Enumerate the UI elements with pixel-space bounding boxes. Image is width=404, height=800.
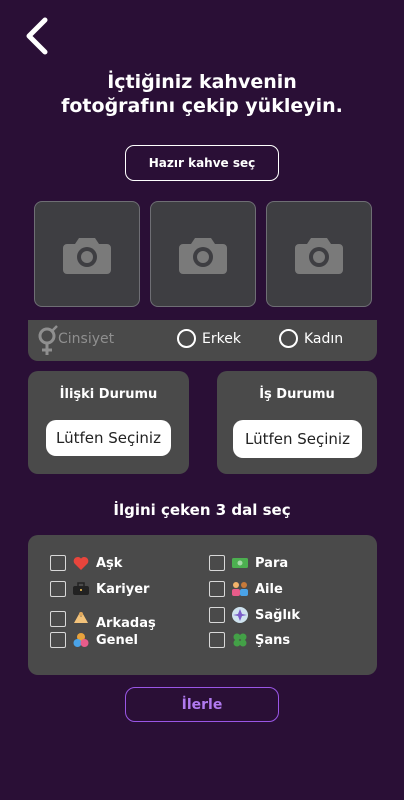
health-icon [231,606,249,624]
radio-button[interactable] [177,329,196,348]
photo-slot-1[interactable] [34,201,140,307]
interest-item-love[interactable]: Aşk [50,554,122,572]
job-status-select[interactable]: Lütfen Seçiniz [233,420,362,458]
interests-title: İlgini çeken 3 dal seç [113,501,291,519]
checkbox[interactable] [50,555,66,571]
interest-item-luck[interactable]: Şans [209,631,290,649]
checkbox[interactable] [209,607,225,623]
interest-label-love: Aşk [96,555,123,571]
job-status-title: İş Durumu [259,387,335,402]
checkbox[interactable] [209,555,225,571]
money-icon [231,554,249,572]
interests-panel: Aşk Kariyer Arkadaş Genel Para Aile Sağl… [28,535,377,675]
interest-item-career[interactable]: Kariyer [50,580,149,598]
interest-label-luck: Şans [255,632,291,648]
photo-slot-2[interactable] [150,201,256,307]
gender-option-female[interactable]: Kadın [279,329,343,348]
checkbox[interactable] [50,581,66,597]
chevron-left-icon [26,17,48,55]
checkbox[interactable] [50,632,66,648]
interest-item-general[interactable]: Genel [50,631,138,649]
job-status-card: İş Durumu Lütfen Seçiniz [217,371,377,474]
back-button[interactable] [16,14,56,58]
checkbox[interactable] [209,632,225,648]
clover-icon [231,631,249,649]
gender-option-male[interactable]: Erkek [177,329,241,348]
ready-coffee-button[interactable]: Hazır kahve seç [125,145,279,181]
page-title-line-2: fotoğrafını çekip yükleyin. [61,95,343,117]
interest-label-family: Aile [255,581,283,597]
interest-item-family[interactable]: Aile [209,580,283,598]
camera-icon [63,238,111,274]
radio-button[interactable] [279,329,298,348]
interest-label-money: Para [255,555,289,571]
page-title: İçtiğiniz kahvenin fotoğrafını çekip yük… [0,70,404,118]
camera-icon [295,238,343,274]
next-button[interactable]: İlerle [125,687,279,722]
interest-label-general: Genel [96,632,139,648]
interest-item-money[interactable]: Para [209,554,288,572]
interest-label-career: Kariyer [96,581,150,597]
interest-label-health: Sağlık [255,607,300,623]
relationship-status-card: İlişki Durumu Lütfen Seçiniz [28,371,189,474]
relationship-status-select[interactable]: Lütfen Seçiniz [46,420,171,456]
briefcase-icon [72,580,90,598]
family-icon [231,580,249,598]
gender-label: Cinsiyet [58,331,115,347]
gender-option-female-label: Kadın [304,330,344,347]
general-icon [72,631,90,649]
checkbox[interactable] [50,610,66,627]
heart-icon [72,554,90,572]
page-title-line-1: İçtiğiniz kahvenin [107,71,297,93]
photo-slot-3[interactable] [266,201,372,307]
interest-item-health[interactable]: Sağlık [209,606,300,624]
interest-item-friend[interactable]: Arkadaş [50,606,156,631]
relationship-status-title: İlişki Durumu [59,387,158,402]
interest-label-friend: Arkadaş [96,616,156,631]
gender-icon [38,325,58,355]
handshake-icon [72,610,90,628]
camera-icon [179,238,227,274]
gender-option-male-label: Erkek [202,330,241,347]
checkbox[interactable] [209,581,225,597]
gender-selector: Cinsiyet Erkek Kadın [28,320,377,361]
